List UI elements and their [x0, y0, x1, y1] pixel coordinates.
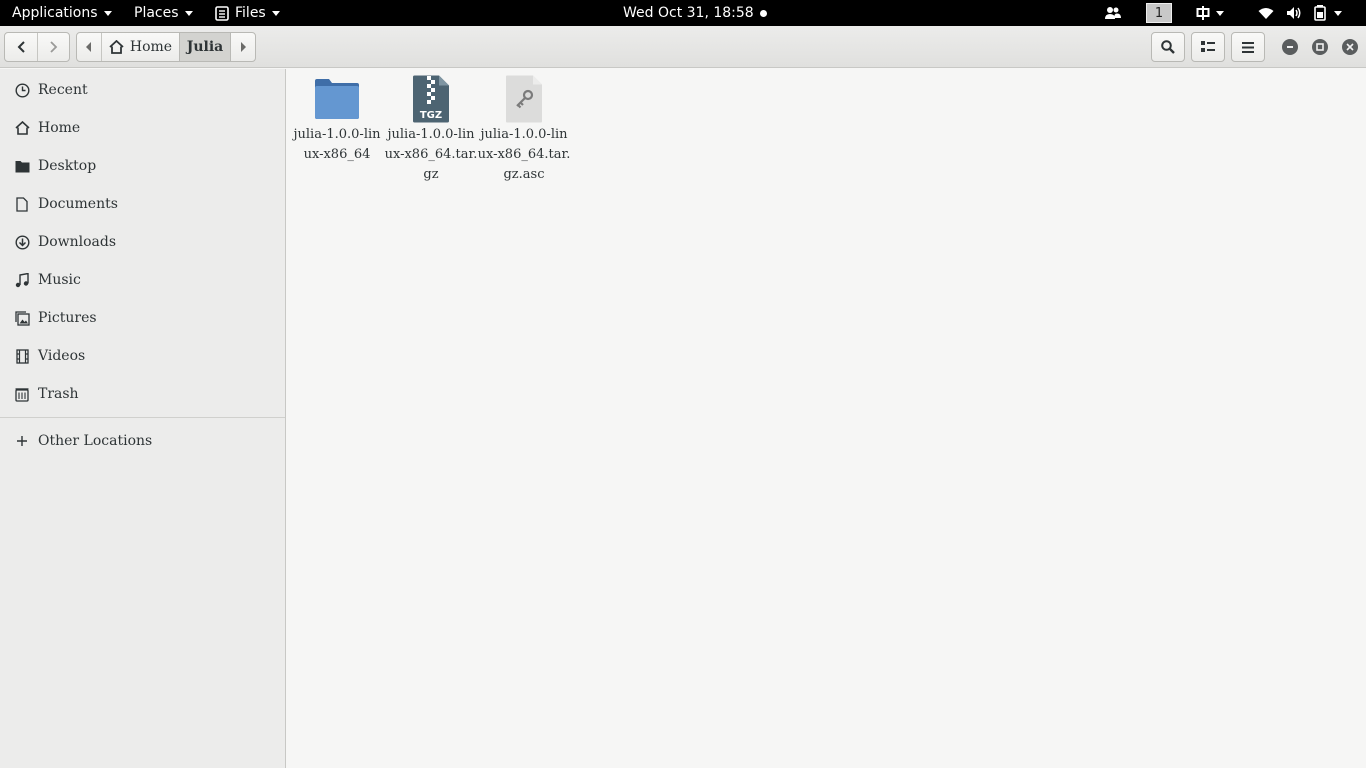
home-icon: [14, 120, 30, 136]
files-app-menu[interactable]: Files: [215, 0, 280, 26]
sidebar-item-label: Recent: [38, 82, 88, 98]
history-nav: [4, 32, 70, 62]
chevron-down-icon: [184, 10, 193, 16]
sidebar-item-documents[interactable]: Documents: [0, 185, 285, 223]
menu-button[interactable]: [1231, 32, 1265, 62]
sidebar-item-label: Pictures: [38, 310, 97, 326]
volume-icon: [1287, 7, 1301, 19]
chevron-down-icon: [103, 10, 112, 16]
view-toggle-icon: [1201, 41, 1215, 52]
sidebar-item-label: Trash: [38, 386, 79, 402]
volume-indicator[interactable]: [1286, 0, 1303, 26]
menu-icon: [1242, 41, 1254, 53]
sidebar-item-other-locations[interactable]: Other Locations: [0, 422, 285, 460]
header-bar: Home Julia: [0, 26, 1366, 68]
file-name: julia-1.0.0-linux-x86_64: [293, 127, 381, 162]
applications-label: Applications: [12, 5, 98, 21]
places-label: Places: [134, 5, 179, 21]
key-file-icon: [500, 75, 548, 123]
files-app-icon: [215, 5, 229, 21]
path-home-button[interactable]: Home: [101, 33, 179, 61]
file-item[interactable]: julia-1.0.0-linux-x86_64: [290, 75, 384, 165]
top-bar: Applications Places Files Wed Oct 31, 18…: [0, 0, 1366, 26]
battery-menu[interactable]: [1314, 0, 1342, 26]
pictures-icon: [14, 310, 30, 326]
sidebar-item-desktop[interactable]: Desktop: [0, 147, 285, 185]
back-button[interactable]: [5, 33, 37, 61]
places-menu[interactable]: Places: [134, 0, 193, 26]
input-method-menu[interactable]: [1196, 0, 1224, 26]
applications-menu[interactable]: Applications: [12, 0, 112, 26]
sidebar-item-label: Music: [38, 272, 81, 288]
chevron-down-icon: [1334, 10, 1342, 16]
sidebar-item-home[interactable]: Home: [0, 109, 285, 147]
sidebar-divider: [0, 417, 285, 418]
forward-button[interactable]: [37, 33, 69, 61]
sidebar: Recent Home Desktop Documents Downloads …: [0, 69, 286, 768]
path-current-button[interactable]: Julia: [179, 33, 231, 61]
path-scroll-right-button[interactable]: [231, 33, 255, 61]
sidebar-item-label: Downloads: [38, 234, 117, 250]
search-button[interactable]: [1151, 32, 1185, 62]
search-icon: [1161, 40, 1175, 54]
file-name: julia-1.0.0-linux-x86_64.tar.gz.asc: [477, 127, 571, 182]
close-button[interactable]: [1342, 39, 1358, 55]
file-item[interactable]: TGZ julia-1.0.0-linux-x86_64.tar.gz: [384, 75, 478, 185]
minimize-icon: [1287, 46, 1293, 48]
sidebar-item-videos[interactable]: Videos: [0, 337, 285, 375]
path-home-label: Home: [129, 39, 173, 55]
file-view: julia-1.0.0-linux-x86_64 TGZ julia-1.0.0…: [287, 69, 1366, 768]
close-icon: [1346, 43, 1354, 51]
sidebar-item-pictures[interactable]: Pictures: [0, 299, 285, 337]
view-toggle-button[interactable]: [1191, 32, 1225, 62]
workspace-indicator[interactable]: 1: [1146, 0, 1172, 26]
sidebar-item-downloads[interactable]: Downloads: [0, 223, 285, 261]
sidebar-item-trash[interactable]: Trash: [0, 375, 285, 413]
sidebar-item-label: Documents: [38, 196, 118, 212]
music-icon: [14, 272, 30, 288]
document-icon: [14, 196, 30, 212]
chevron-down-icon: [1216, 10, 1224, 16]
wifi-indicator[interactable]: [1258, 0, 1274, 26]
file-name: julia-1.0.0-linux-x86_64.tar.gz: [384, 127, 478, 182]
keyboard-input-icon: [1196, 6, 1210, 20]
minimize-button[interactable]: [1282, 39, 1298, 55]
clock-text: Wed Oct 31, 18:58: [623, 5, 754, 21]
folder-icon: [14, 158, 30, 174]
sidebar-item-recent[interactable]: Recent: [0, 71, 285, 109]
plus-icon: [14, 433, 30, 449]
sidebar-item-label: Home: [38, 120, 81, 136]
people-icon: [1105, 7, 1121, 19]
chevron-down-icon: [271, 10, 280, 16]
clock[interactable]: Wed Oct 31, 18:58: [623, 0, 767, 26]
archive-icon: TGZ: [407, 75, 455, 123]
maximize-button[interactable]: [1312, 39, 1328, 55]
sidebar-item-label: Videos: [38, 348, 86, 364]
battery-icon: [1314, 5, 1326, 21]
maximize-icon: [1316, 43, 1324, 51]
sidebar-item-label: Desktop: [38, 158, 97, 174]
clock-icon: [14, 82, 30, 98]
folder-icon: [313, 75, 361, 123]
forward-icon: [49, 41, 57, 53]
download-icon: [14, 234, 30, 250]
back-icon: [17, 41, 25, 53]
chevron-right-icon: [241, 42, 246, 52]
workspace-number: 1: [1146, 3, 1172, 23]
sidebar-item-music[interactable]: Music: [0, 261, 285, 299]
notification-dot-icon: [759, 9, 767, 17]
files-label: Files: [235, 5, 266, 21]
path-scroll-left-button[interactable]: [77, 33, 101, 61]
trash-icon: [14, 386, 30, 402]
file-item[interactable]: julia-1.0.0-linux-x86_64.tar.gz.asc: [477, 75, 571, 185]
home-icon: [109, 40, 124, 54]
path-bar: Home Julia: [76, 32, 256, 62]
sidebar-item-label: Other Locations: [38, 433, 153, 449]
archive-badge: TGZ: [420, 110, 442, 121]
chevron-left-icon: [86, 42, 91, 52]
wifi-icon: [1258, 7, 1274, 19]
film-icon: [14, 348, 30, 364]
path-current-label: Julia: [186, 39, 224, 55]
people-indicator[interactable]: [1104, 0, 1122, 26]
